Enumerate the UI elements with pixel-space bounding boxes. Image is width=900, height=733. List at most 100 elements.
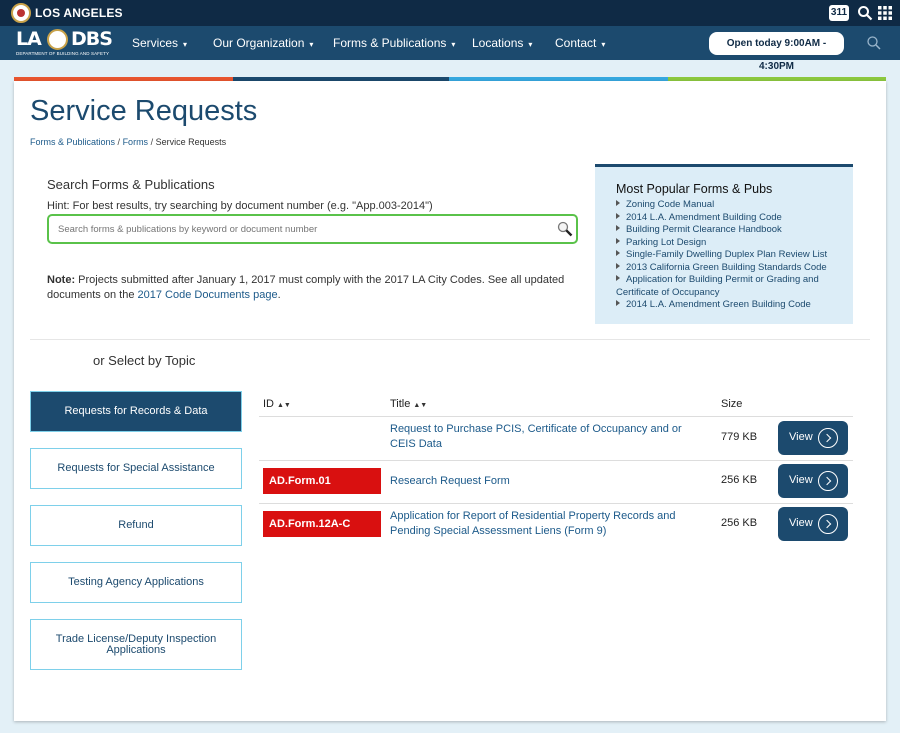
page-title: Service Requests bbox=[30, 95, 258, 127]
topic-requests-records[interactable]: Requests for Records & Data bbox=[30, 391, 242, 432]
nav-our-organization-label: Our Organization bbox=[213, 36, 305, 50]
triangle-right-icon bbox=[616, 275, 620, 281]
row3-title-link[interactable]: Application for Report of Residential Pr… bbox=[390, 509, 710, 539]
row3-id-badge: AD.Form.12A-C bbox=[263, 511, 381, 537]
popular-item-label: Application for Building Permit or Gradi… bbox=[616, 274, 819, 298]
nav-locations[interactable]: Locations ▾ bbox=[472, 36, 532, 50]
nav-services-label: Services bbox=[132, 36, 179, 50]
nav-forms-publications[interactable]: Forms & Publications ▾ bbox=[333, 36, 455, 50]
popular-item[interactable]: Zoning Code Manual bbox=[616, 199, 846, 212]
chevron-down-icon: ▾ bbox=[528, 40, 533, 49]
nav-contact-label: Contact bbox=[555, 36, 597, 50]
nav-forms-publications-label: Forms & Publications bbox=[333, 36, 447, 50]
triangle-right-icon bbox=[616, 212, 620, 219]
apps-grid-icon[interactable] bbox=[877, 5, 893, 21]
nav-contact[interactable]: Contact ▾ bbox=[555, 36, 605, 50]
chevron-down-icon: ▾ bbox=[309, 40, 314, 49]
section-divider bbox=[30, 339, 870, 340]
row2-view-button[interactable]: View bbox=[778, 464, 848, 498]
topic-trade-license[interactable]: Trade License/Deputy Inspection Applicat… bbox=[30, 619, 242, 670]
topic-testing-agency[interactable]: Testing Agency Applications bbox=[30, 562, 242, 603]
search-icon[interactable] bbox=[857, 5, 873, 21]
popular-heading: Most Popular Forms & Pubs bbox=[616, 182, 773, 196]
popular-item[interactable]: Application for Building Permit or Gradi… bbox=[616, 274, 846, 299]
popular-item-label: Parking Lot Design bbox=[626, 236, 707, 248]
row1-title-link[interactable]: Request to Purchase PCIS, Certificate of… bbox=[390, 422, 710, 452]
chevron-right-icon bbox=[818, 471, 838, 491]
city-seal-icon bbox=[11, 3, 31, 23]
breadcrumb-forms[interactable]: Forms bbox=[123, 137, 149, 147]
ladbs-logo[interactable]: LA DBS DEPARTMENT OF BUILDING AND SAFETY bbox=[16, 28, 113, 58]
logo-subtitle: DEPARTMENT OF BUILDING AND SAFETY bbox=[16, 51, 110, 56]
triangle-right-icon bbox=[616, 237, 620, 244]
triangle-right-icon bbox=[616, 225, 620, 231]
chevron-down-icon: ▾ bbox=[451, 40, 456, 49]
popular-item-label: Zoning Code Manual bbox=[626, 199, 715, 210]
logo-la-text: LA bbox=[16, 28, 42, 50]
note-text: Projects submitted after January 1, 2017… bbox=[47, 274, 565, 301]
triangle-right-icon bbox=[616, 250, 620, 256]
popular-item[interactable]: Single-Family Dwelling Duplex Plan Revie… bbox=[616, 249, 846, 262]
nav-our-organization[interactable]: Our Organization ▾ bbox=[213, 36, 313, 50]
view-label: View bbox=[789, 474, 813, 486]
search-hint: Hint: For best results, try searching by… bbox=[47, 200, 433, 212]
row2-id-badge: AD.Form.01 bbox=[263, 468, 381, 494]
311-badge[interactable]: 311 bbox=[829, 5, 849, 21]
view-label: View bbox=[789, 431, 813, 443]
breadcrumb: Forms & Publications / Forms / Service R… bbox=[30, 137, 226, 147]
breadcrumb-current: Service Requests bbox=[155, 137, 227, 147]
magnifier-icon[interactable] bbox=[557, 221, 573, 237]
col-header-id[interactable]: ID ▲▼ bbox=[263, 398, 291, 410]
row3-view-button[interactable]: View bbox=[778, 507, 848, 541]
hint-label: Hint: bbox=[47, 200, 70, 212]
row-divider bbox=[259, 460, 853, 461]
popular-item-label: 2014 L.A. Amendment Green Building Code bbox=[626, 299, 811, 310]
search-box bbox=[47, 214, 578, 244]
search-heading: Search Forms & Publications bbox=[47, 177, 215, 192]
col-header-title[interactable]: Title ▲▼ bbox=[390, 398, 427, 410]
topic-refund[interactable]: Refund bbox=[30, 505, 242, 546]
popular-item-label: 2014 L.A. Amendment Building Code bbox=[626, 211, 782, 223]
search-input[interactable] bbox=[58, 222, 538, 237]
sort-icon: ▲▼ bbox=[277, 402, 291, 409]
popular-item-label: Single-Family Dwelling Duplex Plan Revie… bbox=[626, 249, 828, 260]
row2-size: 256 KB bbox=[721, 474, 758, 486]
topic-heading: or Select by Topic bbox=[93, 353, 196, 368]
col-header-size: Size bbox=[721, 398, 743, 410]
popular-list: Zoning Code Manual 2014 L.A. Amendment B… bbox=[616, 199, 846, 312]
popular-item[interactable]: Building Permit Clearance Handbook bbox=[616, 224, 846, 237]
popular-item[interactable]: 2014 L.A. Amendment Building Code bbox=[616, 212, 846, 225]
view-label: View bbox=[789, 517, 813, 529]
main-nav: LA DBS DEPARTMENT OF BUILDING AND SAFETY… bbox=[0, 26, 900, 72]
row-divider bbox=[259, 416, 853, 417]
sort-icon: ▲▼ bbox=[413, 402, 428, 409]
nav-search-icon[interactable] bbox=[866, 35, 882, 51]
open-hours-button[interactable]: Open today 9:00AM - 4:30PM bbox=[709, 32, 844, 72]
triangle-right-icon bbox=[616, 200, 620, 206]
breadcrumb-forms-publications[interactable]: Forms & Publications bbox=[30, 137, 115, 147]
popular-item[interactable]: Parking Lot Design bbox=[616, 237, 846, 250]
city-name[interactable]: LOS ANGELES bbox=[35, 6, 123, 20]
popular-item-label: Building Permit Clearance Handbook bbox=[626, 224, 782, 235]
chevron-down-icon: ▾ bbox=[601, 40, 606, 49]
triangle-right-icon bbox=[616, 262, 620, 269]
top-bar: LOS ANGELES 311 bbox=[0, 0, 900, 26]
topic-special-assistance[interactable]: Requests for Special Assistance bbox=[30, 448, 242, 489]
popular-forms-panel: Most Popular Forms & Pubs Zoning Code Ma… bbox=[595, 164, 853, 324]
row1-view-button[interactable]: View bbox=[778, 421, 848, 455]
chevron-right-icon bbox=[818, 514, 838, 534]
popular-item-label: 2013 California Green Building Standards… bbox=[626, 261, 827, 273]
nav-locations-label: Locations bbox=[472, 36, 524, 50]
popular-item[interactable]: 2014 L.A. Amendment Green Building Code bbox=[616, 299, 846, 312]
code-documents-link[interactable]: 2017 Code Documents page bbox=[138, 289, 278, 301]
chevron-right-icon bbox=[818, 428, 838, 448]
logo-dbs-text: DBS bbox=[71, 28, 113, 50]
note-end: . bbox=[277, 289, 281, 301]
popular-item[interactable]: 2013 California Green Building Standards… bbox=[616, 262, 846, 275]
triangle-right-icon bbox=[616, 300, 620, 306]
col-header-id-label: ID bbox=[263, 398, 274, 410]
nav-services[interactable]: Services ▾ bbox=[132, 36, 187, 50]
code-note: Note: Projects submitted after January 1… bbox=[47, 273, 577, 303]
row3-size: 256 KB bbox=[721, 517, 758, 529]
row2-title-link[interactable]: Research Request Form bbox=[390, 474, 710, 489]
